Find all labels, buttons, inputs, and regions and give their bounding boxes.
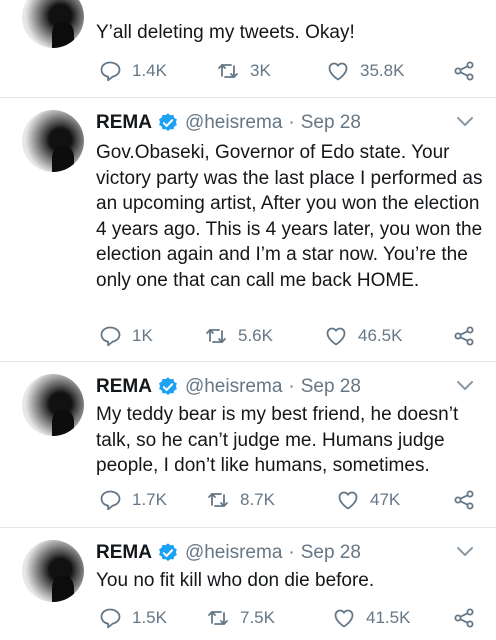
- tweet-3[interactable]: REMA @heisrema · Sep 28 You no fit kill …: [0, 528, 496, 640]
- avatar[interactable]: [22, 540, 84, 602]
- share-button[interactable]: [452, 604, 476, 632]
- tweet-date[interactable]: Sep 28: [301, 112, 361, 134]
- reply-count: 1K: [132, 326, 153, 345]
- tweet-header: REMA @heisrema · Sep 28: [96, 374, 361, 400]
- reply-button[interactable]: 1K: [98, 322, 153, 350]
- retweet-button[interactable]: 3K: [216, 57, 271, 85]
- tweet-1[interactable]: REMA @heisrema · Sep 28 Gov.Obaseki, Gov…: [0, 98, 496, 362]
- retweet-icon: [206, 329, 226, 343]
- tweet-date[interactable]: Sep 28: [301, 376, 361, 398]
- tweet-0[interactable]: Y’all deleting my tweets. Okay! 1.4K 3K …: [0, 0, 496, 98]
- display-name[interactable]: REMA: [96, 112, 152, 134]
- avatar[interactable]: [22, 0, 84, 48]
- tweet-text: My teddy bear is my best friend, he does…: [96, 404, 459, 476]
- reply-count: 1.5K: [132, 608, 167, 627]
- tweet-date[interactable]: Sep 28: [301, 542, 361, 564]
- user-handle[interactable]: @heisrema: [185, 112, 282, 134]
- verified-badge-icon: [158, 377, 177, 395]
- separator-dot: ·: [288, 112, 295, 133]
- tweet-text: Y’all deleting my tweets. Okay!: [96, 22, 355, 43]
- tweet-header: REMA @heisrema · Sep 28: [96, 110, 361, 136]
- heart-icon: [334, 609, 354, 628]
- tweet-actions: 1.5K 7.5K 41.5K: [96, 604, 476, 632]
- user-handle[interactable]: @heisrema: [185, 376, 282, 398]
- reply-icon: [100, 326, 121, 347]
- verified-badge-icon: [158, 113, 177, 131]
- reply-count: 1.4K: [132, 61, 167, 80]
- retweet-icon: [208, 493, 228, 507]
- heart-icon: [326, 327, 346, 346]
- like-button[interactable]: 41.5K: [332, 604, 410, 632]
- retweet-count: 3K: [250, 61, 271, 80]
- reply-icon: [100, 61, 121, 82]
- display-name[interactable]: REMA: [96, 542, 152, 564]
- avatar[interactable]: [22, 110, 84, 172]
- user-handle[interactable]: @heisrema: [185, 542, 282, 564]
- like-button[interactable]: 46.5K: [324, 322, 402, 350]
- share-icon: [454, 608, 474, 628]
- retweet-icon: [218, 64, 238, 78]
- retweet-count: 7.5K: [240, 608, 275, 627]
- share-button[interactable]: [452, 322, 476, 350]
- chevron-down-icon[interactable]: [456, 116, 474, 128]
- tweet-actions: 1.7K 8.7K 47K: [96, 486, 476, 514]
- tweet-text: Gov.Obaseki, Governor of Edo state. Your…: [96, 142, 483, 291]
- tweet-text: You no fit kill who don die before.: [96, 570, 375, 591]
- reply-icon: [100, 608, 121, 629]
- retweet-count: 5.6K: [238, 326, 273, 345]
- like-count: 47K: [370, 490, 401, 509]
- share-icon: [454, 326, 474, 346]
- share-icon: [454, 490, 474, 510]
- chevron-down-icon[interactable]: [456, 380, 474, 392]
- retweet-count: 8.7K: [240, 490, 275, 509]
- chevron-down-icon[interactable]: [456, 546, 474, 558]
- retweet-button[interactable]: 5.6K: [204, 322, 273, 350]
- like-count: 35.8K: [360, 61, 405, 80]
- reply-button[interactable]: 1.4K: [98, 57, 167, 85]
- tweet-2[interactable]: REMA @heisrema · Sep 28 My teddy bear is…: [0, 362, 496, 528]
- reply-count: 1.7K: [132, 490, 167, 509]
- reply-button[interactable]: 1.7K: [98, 486, 167, 514]
- reply-button[interactable]: 1.5K: [98, 604, 167, 632]
- avatar[interactable]: [22, 374, 84, 436]
- retweet-icon: [208, 611, 228, 625]
- share-button[interactable]: [452, 57, 476, 85]
- like-button[interactable]: 35.8K: [326, 57, 404, 85]
- tweet-header: REMA @heisrema · Sep 28: [96, 540, 361, 566]
- display-name[interactable]: REMA: [96, 376, 152, 398]
- heart-icon: [328, 62, 348, 81]
- retweet-button[interactable]: 7.5K: [206, 604, 275, 632]
- tweet-actions: 1K 5.6K 46.5K: [96, 322, 476, 350]
- reply-icon: [100, 490, 121, 511]
- tweet-actions: 1.4K 3K 35.8K: [96, 57, 476, 85]
- like-count: 41.5K: [366, 608, 411, 627]
- retweet-button[interactable]: 8.7K: [206, 486, 275, 514]
- like-button[interactable]: 47K: [336, 486, 400, 514]
- heart-icon: [338, 491, 358, 510]
- share-button[interactable]: [452, 486, 476, 514]
- share-icon: [454, 61, 474, 81]
- verified-badge-icon: [158, 543, 177, 561]
- separator-dot: ·: [288, 376, 295, 397]
- like-count: 46.5K: [358, 326, 403, 345]
- separator-dot: ·: [288, 542, 295, 563]
